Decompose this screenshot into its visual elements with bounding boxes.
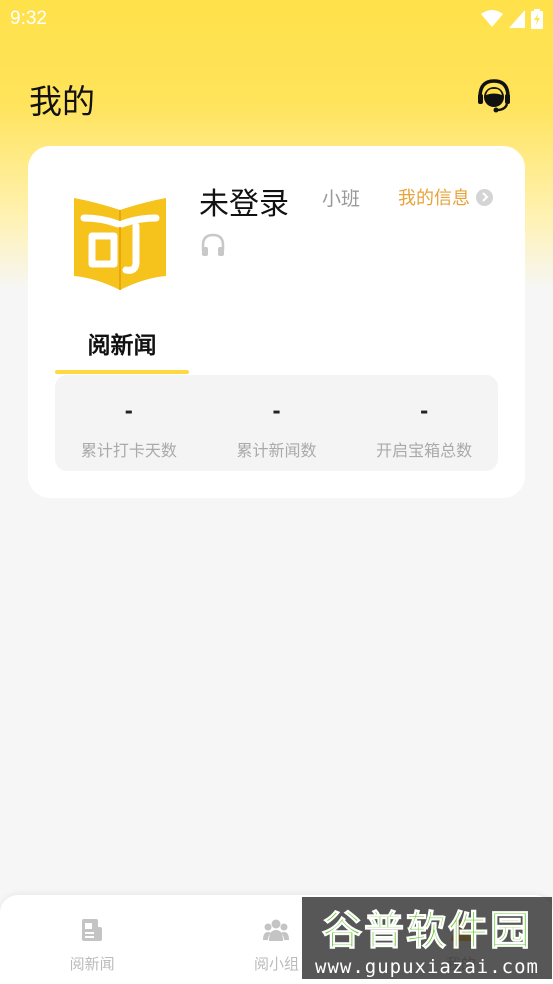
signal-icon [509,10,525,28]
headset-agent-icon [478,79,510,113]
my-info-label: 我的信息 [398,188,470,209]
newspaper-icon [82,919,103,941]
stat-label: 累计打卡天数 [80,441,177,460]
status-icons [481,9,543,29]
status-time: 9:32 [10,8,47,29]
status-bar: 9:32 [0,0,553,38]
nav-label: 阅小组 [253,955,299,973]
stats-panel: - 累计打卡天数 - 累计新闻数 - 开启宝箱总数 [55,375,498,471]
nav-item-news[interactable]: 阅新闻 [0,895,184,984]
battery-icon [531,9,543,29]
watermark-title: 谷普软件园 [322,908,532,955]
profile-card: 未登录 小班 我的信息 阅新闻 - 累计打卡天数 - 累计新闻数 - 开启宝箱总… [28,146,525,498]
nav-label: 阅新闻 [69,955,115,973]
chevron-right-icon [476,188,493,206]
stat-label: 累计新闻数 [236,441,317,460]
stat-value: - [420,399,429,423]
wifi-icon [481,10,503,27]
tab-news[interactable]: 阅新闻 [55,326,189,374]
group-icon [263,919,290,941]
stat-value: - [124,399,133,423]
tab-active-indicator [55,370,189,374]
username: 未登录 [199,187,289,222]
stat-label: 开启宝箱总数 [376,441,473,460]
stat-value: - [272,399,281,423]
page-title: 我的 [29,82,95,121]
app-logo [74,198,166,290]
customer-service-button[interactable] [474,76,514,116]
my-info-link[interactable]: 我的信息 [398,184,493,210]
watermark-url: www.gupuxiazai.com [315,956,539,978]
class-label: 小班 [322,188,361,210]
stat-news-count: - 累计新闻数 [203,375,351,471]
watermark-overlay: 谷普软件园 www.gupuxiazai.com [302,897,552,979]
stat-treasure-boxes: - 开启宝箱总数 [350,375,498,471]
headphone-icon[interactable] [200,232,226,258]
stat-checkin-days: - 累计打卡天数 [55,375,203,471]
tab-news-label: 阅新闻 [87,333,157,359]
